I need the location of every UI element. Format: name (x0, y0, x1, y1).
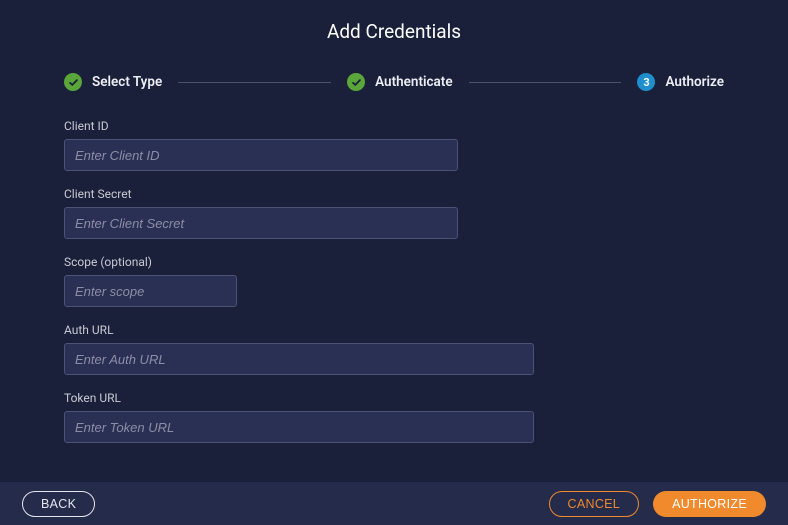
step-label: Authenticate (375, 74, 452, 90)
scope-label: Scope (optional) (64, 255, 724, 269)
client-id-input[interactable] (64, 139, 458, 171)
cancel-button[interactable]: CANCEL (549, 491, 640, 517)
step-select-type: Select Type (64, 73, 162, 91)
step-connector (469, 82, 622, 83)
field-auth-url: Auth URL (64, 323, 724, 375)
scope-input[interactable] (64, 275, 237, 307)
step-authorize: 3 Authorize (637, 73, 724, 91)
field-client-id: Client ID (64, 119, 724, 171)
back-button[interactable]: BACK (22, 491, 95, 517)
client-id-label: Client ID (64, 119, 724, 133)
field-token-url: Token URL (64, 391, 724, 443)
stepper: Select Type Authenticate 3 Authorize (0, 73, 788, 91)
token-url-input[interactable] (64, 411, 534, 443)
check-icon (347, 73, 365, 91)
token-url-label: Token URL (64, 391, 724, 405)
step-label: Select Type (92, 74, 162, 90)
field-scope: Scope (optional) (64, 255, 724, 307)
footer-bar: BACK CANCEL AUTHORIZE (0, 482, 788, 525)
client-secret-label: Client Secret (64, 187, 724, 201)
field-client-secret: Client Secret (64, 187, 724, 239)
step-number-icon: 3 (637, 73, 655, 91)
page-title: Add Credentials (0, 0, 788, 73)
credentials-form: Client ID Client Secret Scope (optional)… (0, 119, 788, 443)
auth-url-input[interactable] (64, 343, 534, 375)
client-secret-input[interactable] (64, 207, 458, 239)
step-authenticate: Authenticate (347, 73, 452, 91)
check-icon (64, 73, 82, 91)
auth-url-label: Auth URL (64, 323, 724, 337)
authorize-button[interactable]: AUTHORIZE (653, 491, 766, 517)
step-label: Authorize (665, 74, 724, 90)
step-connector (178, 82, 331, 83)
